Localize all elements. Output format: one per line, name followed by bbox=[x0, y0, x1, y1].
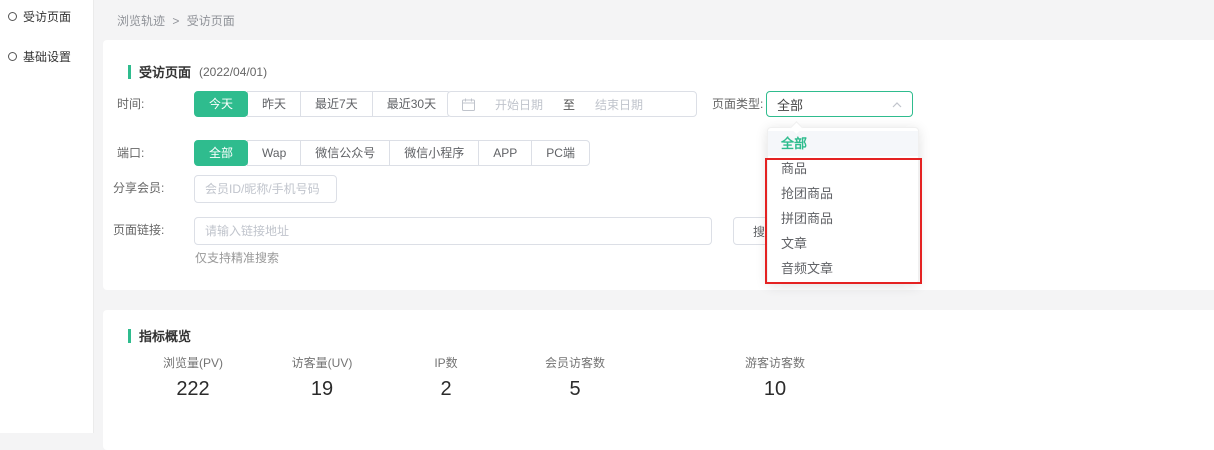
dropdown-option-group-goods[interactable]: 拼团商品 bbox=[768, 206, 918, 231]
port-pc-button[interactable]: PC端 bbox=[531, 140, 590, 166]
page-type-dropdown: 全部 商品 抢团商品 拼团商品 文章 音频文章 bbox=[767, 127, 919, 284]
sidebar-item-label: 基础设置 bbox=[23, 48, 71, 65]
page-link-label: 页面链接: bbox=[113, 217, 164, 243]
stat-label: 游客访客数 bbox=[715, 354, 835, 371]
radio-circle-icon bbox=[8, 12, 17, 21]
dropdown-option-goods[interactable]: 商品 bbox=[768, 156, 918, 181]
date-range-separator: 至 bbox=[563, 96, 575, 113]
stat-guest-visitors: 游客访客数 10 bbox=[715, 354, 835, 401]
title-accent-bar bbox=[128, 65, 131, 79]
page-title: 受访页面 bbox=[139, 62, 191, 81]
page-type-value: 全部 bbox=[777, 95, 803, 114]
radio-circle-icon bbox=[8, 52, 17, 61]
title-accent-bar bbox=[128, 329, 131, 343]
stat-label: 浏览量(PV) bbox=[133, 354, 253, 371]
metrics-panel: 指标概览 浏览量(PV) 222 访客量(UV) 19 IP数 2 会员访客数 … bbox=[103, 310, 1214, 450]
breadcrumb-current: 受访页面 bbox=[187, 14, 235, 28]
stat-label: IP数 bbox=[386, 354, 506, 371]
sidebar-item-label: 受访页面 bbox=[23, 8, 71, 25]
port-filter-row: 端口: 全部 Wap 微信公众号 微信小程序 APP PC端 bbox=[103, 140, 1214, 168]
calendar-icon bbox=[462, 98, 475, 111]
stat-label: 会员访客数 bbox=[515, 354, 635, 371]
port-wechat-official-button[interactable]: 微信公众号 bbox=[300, 140, 390, 166]
breadcrumb-separator: > bbox=[172, 14, 179, 28]
breadcrumb-section[interactable]: 浏览轨迹 bbox=[117, 14, 165, 28]
port-wechat-miniprogram-button[interactable]: 微信小程序 bbox=[389, 140, 479, 166]
dropdown-option-article[interactable]: 文章 bbox=[768, 231, 918, 256]
breadcrumb: 浏览轨迹 > 受访页面 bbox=[117, 12, 235, 29]
stat-value: 10 bbox=[715, 378, 835, 401]
date-range-picker[interactable]: 开始日期 至 结束日期 bbox=[447, 91, 697, 117]
page-type-select[interactable]: 全部 bbox=[766, 91, 913, 117]
port-filter-group: 全部 Wap 微信公众号 微信小程序 APP PC端 bbox=[194, 140, 590, 166]
port-wap-button[interactable]: Wap bbox=[247, 140, 301, 166]
time-filter-today-button[interactable]: 今天 bbox=[194, 91, 248, 117]
port-app-button[interactable]: APP bbox=[478, 140, 532, 166]
dropdown-option-rush-goods[interactable]: 抢团商品 bbox=[768, 181, 918, 206]
stat-value: 5 bbox=[515, 378, 635, 401]
end-date-placeholder[interactable]: 结束日期 bbox=[575, 96, 663, 113]
filter-panel: 受访页面 (2022/04/01) 时间: 今天 昨天 最近7天 最近30天 开… bbox=[103, 40, 1214, 290]
sidebar-item-basic-settings[interactable]: 基础设置 bbox=[8, 48, 71, 65]
share-member-row: 分享会员: bbox=[103, 175, 1214, 203]
metrics-title: 指标概览 bbox=[139, 326, 191, 345]
sidebar-item-visited-pages[interactable]: 受访页面 bbox=[8, 8, 71, 25]
time-filter-last7days-button[interactable]: 最近7天 bbox=[300, 91, 373, 117]
time-filter-yesterday-button[interactable]: 昨天 bbox=[247, 91, 301, 117]
metrics-panel-title: 指标概览 bbox=[128, 326, 191, 345]
chevron-up-icon bbox=[892, 97, 902, 111]
share-member-label: 分享会员: bbox=[113, 175, 164, 201]
stat-value: 19 bbox=[262, 378, 382, 401]
stat-member-visitors: 会员访客数 5 bbox=[515, 354, 635, 401]
stat-uv: 访客量(UV) 19 bbox=[262, 354, 382, 401]
stat-label: 访客量(UV) bbox=[262, 354, 382, 371]
stat-value: 2 bbox=[386, 378, 506, 401]
search-hint: 仅支持精准搜索 bbox=[195, 249, 279, 266]
port-filter-label: 端口: bbox=[117, 140, 144, 166]
page-link-row: 页面链接: 搜索 bbox=[103, 217, 1214, 245]
stat-pv: 浏览量(PV) 222 bbox=[133, 354, 253, 401]
filter-panel-title: 受访页面 (2022/04/01) bbox=[128, 62, 267, 81]
page-type-label: 页面类型: bbox=[712, 91, 763, 117]
page-link-input[interactable] bbox=[194, 217, 712, 245]
time-filter-group: 今天 昨天 最近7天 最近30天 bbox=[194, 91, 451, 117]
start-date-placeholder[interactable]: 开始日期 bbox=[475, 96, 563, 113]
stat-ip: IP数 2 bbox=[386, 354, 506, 401]
share-member-input[interactable] bbox=[194, 175, 337, 203]
time-filter-last30days-button[interactable]: 最近30天 bbox=[372, 91, 451, 117]
stat-value: 222 bbox=[133, 378, 253, 401]
metrics-stats: 浏览量(PV) 222 访客量(UV) 19 IP数 2 会员访客数 5 游客访… bbox=[103, 354, 1214, 434]
port-all-button[interactable]: 全部 bbox=[194, 140, 248, 166]
sidebar: 受访页面 基础设置 bbox=[0, 0, 94, 433]
page-title-date: (2022/04/01) bbox=[199, 65, 267, 79]
dropdown-option-all[interactable]: 全部 bbox=[768, 131, 918, 156]
dropdown-option-audio-article[interactable]: 音频文章 bbox=[768, 256, 918, 281]
time-filter-label: 时间: bbox=[117, 91, 144, 117]
time-filter-row: 时间: 今天 昨天 最近7天 最近30天 开始日期 至 结束日期 页面类型: 全… bbox=[103, 91, 1214, 119]
